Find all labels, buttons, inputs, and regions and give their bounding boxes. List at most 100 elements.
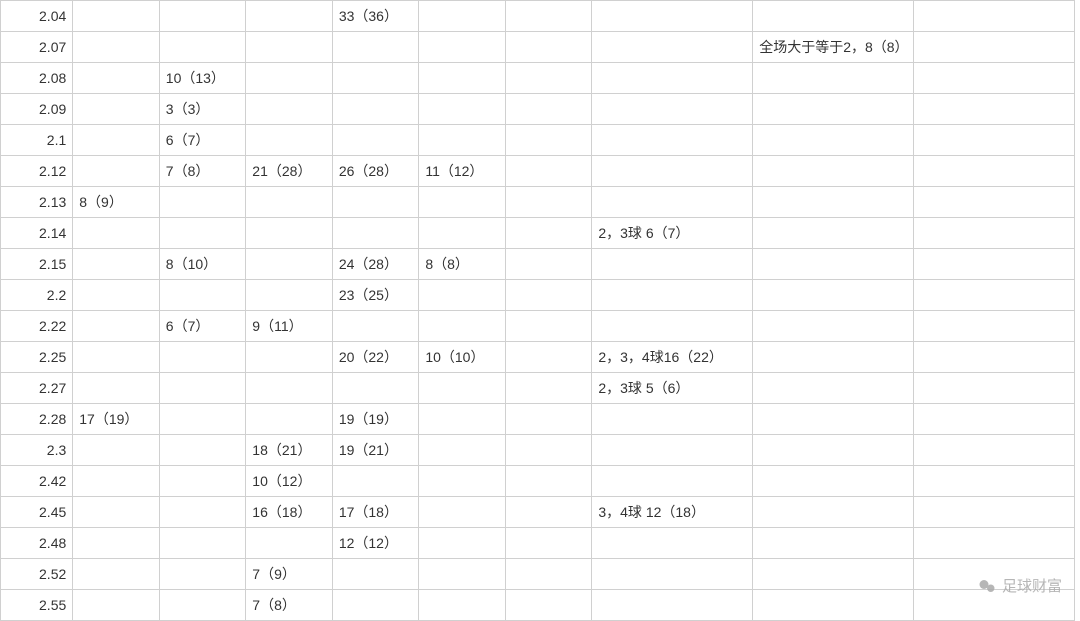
table-cell bbox=[753, 280, 914, 311]
table-row: 2.318（21）19（21） bbox=[1, 435, 1075, 466]
table-cell bbox=[73, 466, 160, 497]
table-cell: 6（7） bbox=[159, 125, 246, 156]
table-cell bbox=[592, 249, 753, 280]
table-row: 2.2520（22）10（10）2，3，4球16（22） bbox=[1, 342, 1075, 373]
table-cell bbox=[753, 435, 914, 466]
table-cell: 2.27 bbox=[1, 373, 73, 404]
table-cell bbox=[914, 32, 1075, 63]
table-cell: 16（18） bbox=[246, 497, 333, 528]
table-cell: 全场大于等于2，8（8） bbox=[753, 32, 914, 63]
table-cell bbox=[753, 497, 914, 528]
table-cell bbox=[159, 218, 246, 249]
table-cell bbox=[73, 497, 160, 528]
table-cell bbox=[332, 559, 419, 590]
table-cell bbox=[592, 187, 753, 218]
table-cell bbox=[505, 32, 592, 63]
table-cell bbox=[73, 373, 160, 404]
table-row: 2.4210（12） bbox=[1, 466, 1075, 497]
table-cell bbox=[914, 1, 1075, 32]
table-cell bbox=[592, 528, 753, 559]
table-cell bbox=[753, 590, 914, 621]
table-cell: 3（3） bbox=[159, 94, 246, 125]
table-cell: 17（18） bbox=[332, 497, 419, 528]
table-cell bbox=[419, 590, 506, 621]
table-cell bbox=[159, 497, 246, 528]
table-row: 2.223（25） bbox=[1, 280, 1075, 311]
table-cell bbox=[753, 342, 914, 373]
table-cell bbox=[914, 311, 1075, 342]
table-cell bbox=[505, 590, 592, 621]
table-cell: 33（36） bbox=[332, 1, 419, 32]
table-cell bbox=[753, 528, 914, 559]
table-cell: 18（21） bbox=[246, 435, 333, 466]
table-cell bbox=[73, 342, 160, 373]
table-cell bbox=[592, 1, 753, 32]
table-cell bbox=[505, 249, 592, 280]
table-cell bbox=[914, 218, 1075, 249]
table-cell bbox=[73, 94, 160, 125]
table-cell bbox=[419, 497, 506, 528]
table-cell: 7（8） bbox=[246, 590, 333, 621]
table-cell: 23（25） bbox=[332, 280, 419, 311]
table-cell bbox=[419, 466, 506, 497]
table-cell bbox=[419, 94, 506, 125]
table-cell bbox=[505, 435, 592, 466]
table-cell bbox=[332, 94, 419, 125]
table-cell: 2.55 bbox=[1, 590, 73, 621]
table-cell: 10（12） bbox=[246, 466, 333, 497]
table-cell bbox=[592, 404, 753, 435]
table-cell bbox=[505, 125, 592, 156]
table-cell bbox=[246, 63, 333, 94]
watermark-text: 足球财富 bbox=[1002, 575, 1062, 596]
table-cell: 7（8） bbox=[159, 156, 246, 187]
table-cell bbox=[914, 63, 1075, 94]
table-cell: 2，3球 5（6） bbox=[592, 373, 753, 404]
table-cell bbox=[505, 63, 592, 94]
table-cell bbox=[159, 559, 246, 590]
table-cell bbox=[914, 528, 1075, 559]
table-cell bbox=[246, 218, 333, 249]
table-cell bbox=[505, 342, 592, 373]
table-cell: 2.13 bbox=[1, 187, 73, 218]
table-cell bbox=[246, 373, 333, 404]
table-cell: 6（7） bbox=[159, 311, 246, 342]
table-cell bbox=[914, 435, 1075, 466]
table-row: 2.127（8）21（28）26（28）11（12） bbox=[1, 156, 1075, 187]
table-cell: 19（19） bbox=[332, 404, 419, 435]
wechat-icon bbox=[978, 577, 996, 595]
table-cell: 2.48 bbox=[1, 528, 73, 559]
table-cell bbox=[159, 590, 246, 621]
table-cell bbox=[159, 528, 246, 559]
table-cell bbox=[73, 125, 160, 156]
table-row: 2.158（10）24（28）8（8） bbox=[1, 249, 1075, 280]
table-cell bbox=[246, 1, 333, 32]
table-cell bbox=[73, 559, 160, 590]
table-cell: 2.3 bbox=[1, 435, 73, 466]
table-cell bbox=[246, 32, 333, 63]
table-cell bbox=[505, 156, 592, 187]
table-cell bbox=[592, 559, 753, 590]
table-cell: 10（10） bbox=[419, 342, 506, 373]
table-cell bbox=[753, 404, 914, 435]
table-cell bbox=[246, 249, 333, 280]
table-row: 2.142，3球 6（7） bbox=[1, 218, 1075, 249]
table-cell: 9（11） bbox=[246, 311, 333, 342]
table-cell bbox=[914, 404, 1075, 435]
table-cell bbox=[505, 280, 592, 311]
table-cell bbox=[505, 497, 592, 528]
table-cell: 2.1 bbox=[1, 125, 73, 156]
table-cell bbox=[592, 590, 753, 621]
table-cell bbox=[753, 218, 914, 249]
table-cell bbox=[73, 590, 160, 621]
table-cell bbox=[159, 187, 246, 218]
table-cell bbox=[592, 63, 753, 94]
table-cell: 2.07 bbox=[1, 32, 73, 63]
table-cell bbox=[73, 218, 160, 249]
table-cell bbox=[246, 342, 333, 373]
table-cell bbox=[592, 280, 753, 311]
table-cell bbox=[914, 280, 1075, 311]
table-cell bbox=[592, 94, 753, 125]
table-cell: 21（28） bbox=[246, 156, 333, 187]
table-cell bbox=[159, 373, 246, 404]
table-cell bbox=[73, 435, 160, 466]
